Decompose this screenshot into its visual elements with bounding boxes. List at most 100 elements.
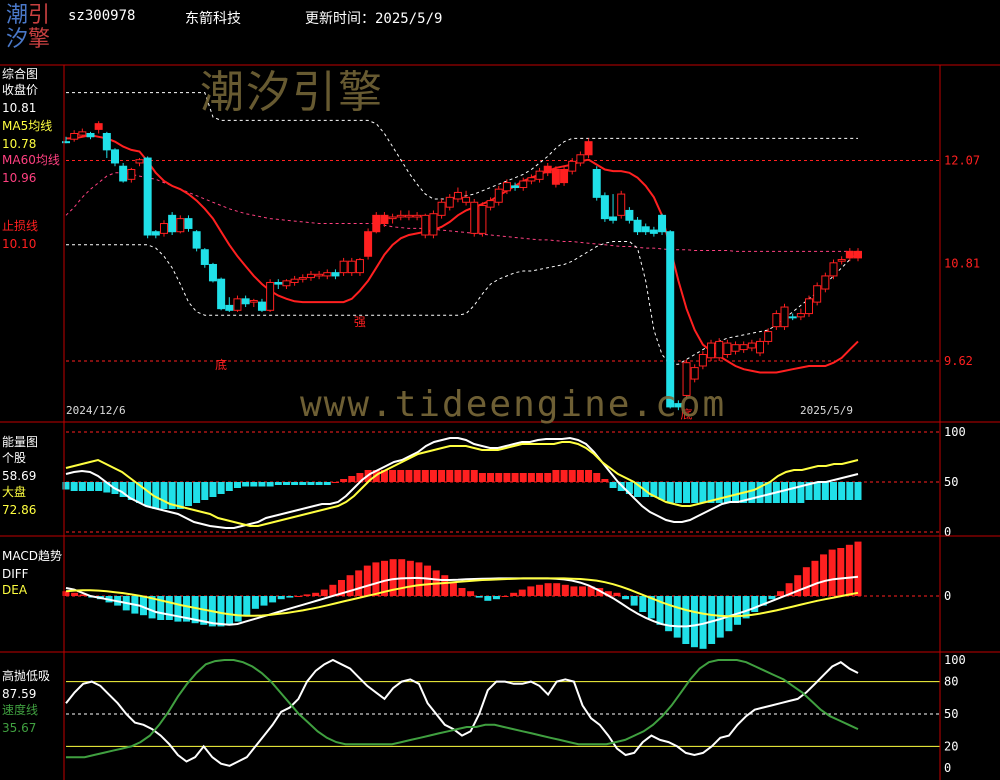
macd-chart: 0: [62, 541, 951, 649]
energy-bar: [552, 470, 560, 482]
hpl-tick: 50: [944, 707, 958, 721]
candle: [159, 223, 168, 234]
candle: [519, 180, 528, 189]
candle: [609, 216, 618, 221]
candle: [347, 260, 356, 274]
energy-tick: 100: [944, 425, 966, 439]
energy-bar: [209, 482, 217, 497]
candle: [576, 154, 585, 164]
energy-bar: [315, 482, 323, 485]
energy-bar: [429, 470, 437, 482]
energy-bar: [389, 470, 397, 482]
energy-bar: [838, 482, 846, 500]
macd-bar: [441, 575, 449, 596]
candle: [176, 218, 185, 233]
candle: [854, 250, 862, 259]
macd-bar: [845, 544, 853, 596]
candle: [421, 214, 430, 236]
candle: [641, 226, 650, 233]
candle: [241, 298, 250, 305]
candle: [617, 193, 626, 216]
speed-label: 速度线: [2, 703, 39, 717]
candle: [70, 132, 79, 140]
macd-bar: [251, 596, 259, 609]
energy-bar: [544, 473, 552, 482]
macd-bar: [303, 594, 311, 596]
energy-bar: [854, 482, 862, 500]
candle: [723, 342, 732, 356]
macd-bar: [71, 592, 79, 596]
candle: [592, 169, 601, 198]
candle: [119, 165, 128, 182]
energy-bar: [397, 470, 405, 482]
energy-line-个股: [65, 436, 859, 529]
candle: [331, 272, 340, 277]
macd-bar: [553, 583, 561, 596]
macd-bar: [561, 584, 569, 596]
candle: [845, 250, 854, 259]
stock-name: 东箭科技: [185, 11, 241, 27]
macd-bar: [777, 591, 785, 596]
watermark-url: www.tideengine.com: [300, 384, 727, 425]
energy-title: 能量图: [2, 435, 39, 449]
energy-bar: [495, 473, 503, 482]
logo-char: 擎: [28, 27, 51, 52]
candle: [102, 132, 111, 151]
energy-bar: [405, 470, 413, 482]
candle: [437, 201, 446, 216]
energy-bar: [438, 470, 446, 482]
candle: [600, 195, 609, 220]
candle: [217, 278, 226, 310]
energy-bar: [258, 482, 266, 487]
energy-bar: [282, 482, 290, 485]
candle: [764, 331, 773, 342]
candle: [494, 188, 503, 203]
macd-bar: [363, 565, 371, 596]
energy-bar: [446, 470, 454, 482]
macd-bar: [544, 583, 552, 596]
energy-bar: [299, 482, 307, 485]
macd-bar: [424, 565, 432, 596]
candle: [756, 340, 765, 354]
watermark-brand: 潮汐引擎: [200, 67, 384, 118]
candle: [127, 169, 136, 180]
macd-bar: [854, 541, 862, 596]
macd-bar: [355, 570, 363, 596]
energy-bar: [78, 482, 86, 491]
energy-bar: [683, 482, 691, 503]
candle: [470, 201, 479, 234]
stop-label: 止损线: [2, 219, 39, 233]
candle: [780, 306, 789, 328]
energy-bar: [160, 482, 168, 509]
candle: [715, 340, 724, 359]
candle: [78, 131, 87, 136]
energy-bar: [821, 482, 829, 500]
logo-char: 引: [28, 3, 51, 28]
macd-bar: [243, 596, 251, 616]
candle: [813, 285, 822, 303]
energy-tick: 0: [944, 525, 951, 539]
macd-bar: [682, 596, 690, 644]
macd-bar: [467, 591, 475, 596]
energy-bar: [331, 482, 339, 483]
energy-bar: [478, 473, 486, 482]
candle: [731, 344, 740, 352]
energy-bar: [511, 473, 519, 482]
candle: [739, 344, 748, 351]
candle: [772, 313, 781, 328]
energy-bar: [830, 482, 838, 500]
candle: [511, 185, 520, 189]
stock-code: sz300978: [68, 8, 136, 24]
update-time: 更新时间：2025/5/9: [305, 8, 442, 28]
date-start: 2024/12/6: [66, 404, 126, 417]
macd-title: MACD趋势: [2, 549, 62, 563]
macd-bar: [527, 586, 535, 596]
energy-bar: [601, 479, 609, 482]
candle: [192, 231, 201, 249]
candle: [478, 205, 487, 234]
candle: [372, 214, 381, 233]
logo-char: 汐: [6, 27, 29, 52]
energy-bar: [487, 473, 495, 482]
energy-bar: [201, 482, 209, 500]
energy-bar: [536, 473, 544, 482]
